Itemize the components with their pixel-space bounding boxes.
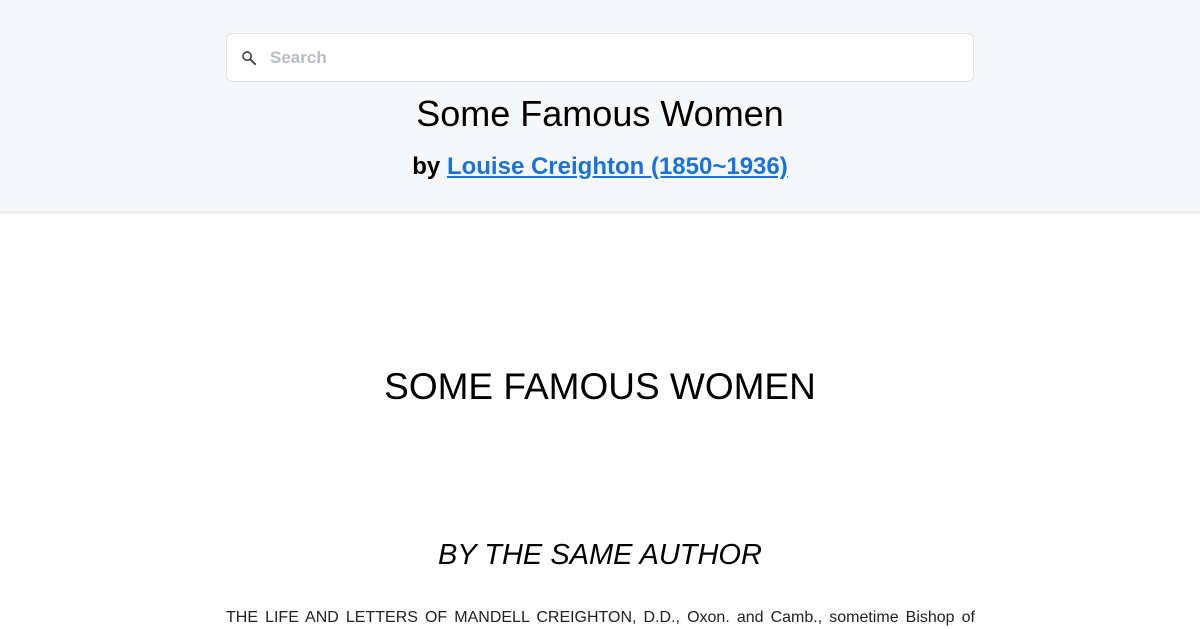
author-link[interactable]: Louise Creighton (1850~1936) xyxy=(447,153,788,180)
main-heading: SOME FAMOUS WOMEN xyxy=(384,366,816,407)
book-title: Some Famous Women xyxy=(416,93,784,134)
search-input[interactable] xyxy=(270,34,960,81)
page-header: Some Famous Women by Louise Creighton (1… xyxy=(0,0,1200,213)
search-box[interactable] xyxy=(226,33,974,82)
section-heading: BY THE SAME AUTHOR xyxy=(438,539,762,571)
search-icon xyxy=(242,51,256,65)
byline-prefix: by xyxy=(412,153,441,180)
body-paragraph: THE LIFE AND LETTERS OF MANDELL CREIGHTO… xyxy=(226,609,975,626)
byline: by Louise Creighton (1850~1936) xyxy=(0,152,1200,182)
